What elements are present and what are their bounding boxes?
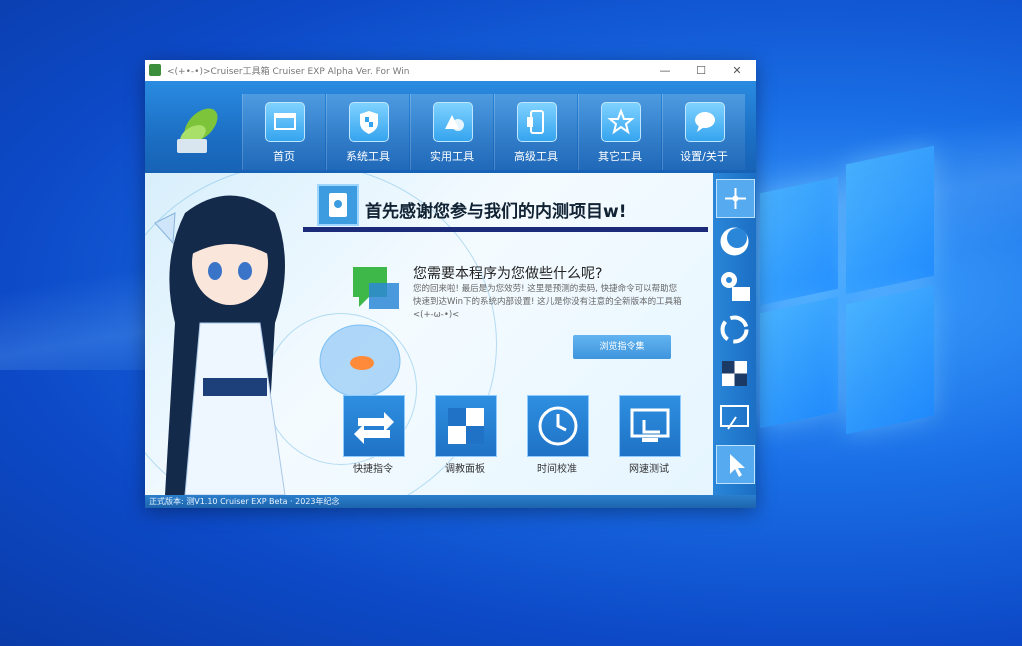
windows-logo — [760, 145, 935, 450]
speed-test-tile[interactable] — [619, 395, 681, 457]
refresh-icon — [720, 315, 749, 344]
chat-bubble-icon — [685, 102, 725, 142]
tile-label: 网速测试 — [629, 464, 669, 475]
cursor-button[interactable] — [716, 445, 755, 484]
shield-icon — [349, 102, 389, 142]
tab-utility-tools[interactable]: 实用工具 — [410, 94, 493, 170]
tile-label: 快捷指令 — [353, 464, 393, 475]
info-document-icon — [317, 184, 359, 226]
gear-list-icon — [721, 272, 750, 301]
refresh-button[interactable] — [716, 311, 753, 348]
screen-icon — [720, 405, 749, 430]
screen-button[interactable] — [716, 399, 753, 436]
settings-list-button[interactable] — [716, 267, 753, 304]
swap-arrows-icon — [354, 412, 394, 444]
app-icon — [149, 64, 161, 76]
checker-panel-icon — [448, 408, 484, 444]
phone-icon — [517, 102, 557, 142]
tab-other-tools[interactable]: 其它工具 — [578, 94, 661, 170]
tab-label: 首页 — [273, 150, 295, 163]
tab-label: 实用工具 — [430, 150, 474, 163]
minimize-button[interactable]: — — [647, 60, 683, 81]
main-panel: 首先感谢您参与我们的内测项目w! 您需要本程序为您做些什么呢? 您的回来啦! 最… — [145, 173, 713, 495]
heading-divider — [303, 227, 708, 232]
window-title: <(+•-•)>Cruiser工具箱 Cruiser EXP Alpha Ver… — [167, 67, 410, 77]
tile-label: 调教面板 — [445, 464, 485, 475]
status-bar: 正式版本: 测V1.10 Cruiser EXP Beta · 2023年纪念 — [145, 495, 756, 508]
question-title: 您需要本程序为您做些什么呢? — [413, 266, 603, 282]
tab-system-tools[interactable]: 系统工具 — [326, 94, 409, 170]
app-window: <(+•-•)>Cruiser工具箱 Cruiser EXP Alpha Ver… — [145, 60, 756, 508]
network-monitor-icon — [630, 408, 670, 442]
window-icon — [265, 102, 305, 142]
cursor-icon — [730, 454, 745, 477]
time-sync-tile[interactable] — [527, 395, 589, 457]
night-mode-button[interactable] — [716, 223, 753, 260]
title-bar[interactable]: <(+•-•)>Cruiser工具箱 Cruiser EXP Alpha Ver… — [145, 60, 756, 82]
move-icon — [725, 188, 746, 209]
tab-home[interactable]: 首页 — [242, 94, 325, 170]
tab-label: 设置/关于 — [680, 150, 728, 163]
star-icon — [601, 102, 641, 142]
leaf-logo-icon — [177, 108, 218, 153]
tile-label: 时间校准 — [537, 464, 577, 475]
browse-commands-button[interactable]: 浏览指令集 — [573, 335, 671, 359]
chat-bubbles-icon — [353, 267, 399, 309]
clock-icon — [538, 406, 578, 446]
quick-command-tile[interactable] — [343, 395, 405, 457]
tab-settings-about[interactable]: 设置/关于 — [662, 94, 745, 170]
goldfish-bowl-illustration — [319, 324, 401, 398]
maximize-button[interactable]: ☐ — [683, 60, 719, 81]
checker-icon — [722, 361, 747, 386]
move-button[interactable] — [716, 179, 755, 218]
tab-advanced-tools[interactable]: 高级工具 — [494, 94, 577, 170]
tab-label: 其它工具 — [598, 150, 642, 163]
right-toolbar — [713, 173, 756, 495]
tab-label: 高级工具 — [514, 150, 558, 163]
shapes-icon — [433, 102, 473, 142]
control-panel-tile[interactable] — [435, 395, 497, 457]
moon-icon — [720, 227, 749, 256]
question-description: 您的回来啦! 最后是为您效劳! 这里是预测的卖码, 快捷命令可以帮助您快速到达W… — [413, 284, 682, 320]
welcome-heading: 首先感谢您参与我们的内测项目w! — [365, 202, 627, 222]
tab-label: 系统工具 — [346, 150, 390, 163]
close-button[interactable]: ✕ — [719, 60, 755, 81]
version-status-text: 正式版本: 测V1.10 Cruiser EXP Beta · 2023年纪念 — [149, 497, 340, 506]
checker-button[interactable] — [716, 355, 753, 392]
top-navigation: 首页 系统工具 实用工具 高级工具 其它工具 设置/关于 — [145, 81, 756, 173]
